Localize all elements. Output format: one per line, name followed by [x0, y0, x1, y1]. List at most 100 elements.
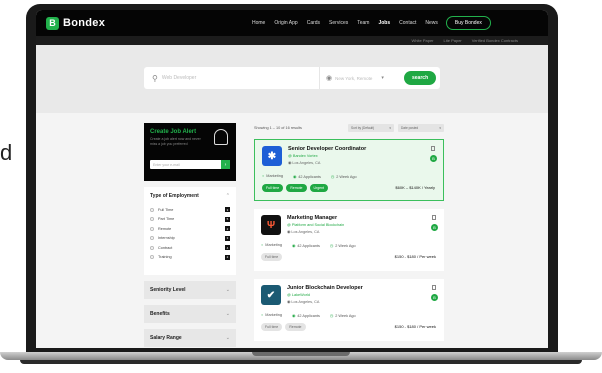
company-name[interactable]: @ Bandex Vortex — [288, 154, 366, 158]
location-placeholder: New York, Remote — [335, 75, 373, 81]
filter-salary-range[interactable]: Salary Range ⌄ — [144, 329, 236, 347]
alert-description: Create a job alert now and never miss a … — [150, 137, 201, 146]
radio-button[interactable] — [150, 207, 154, 212]
date-posted-select[interactable]: Date posted ▾ — [398, 124, 444, 132]
employment-option[interactable]: Remote 2 — [150, 224, 230, 234]
menu-item-cards[interactable]: Cards — [307, 20, 320, 26]
tag-remote[interactable]: Remote — [286, 184, 307, 192]
applicants-text: 42 Applicants — [297, 314, 320, 318]
tag-urgent[interactable]: Urgent — [309, 184, 329, 192]
option-count: 3 — [225, 235, 230, 241]
bondex-badge-icon: B — [430, 155, 437, 162]
filter-label: Benefits — [150, 311, 170, 317]
brand[interactable]: B Bondex — [46, 16, 186, 30]
job-meta: ○ Marketing ◉ 42 Applicants ◷ 2 Week Ago — [261, 243, 356, 248]
bookmark-icon[interactable] — [431, 146, 435, 151]
employment-option[interactable]: Internship 3 — [150, 234, 230, 244]
bell-icon — [214, 129, 228, 145]
search-button[interactable]: search — [404, 71, 437, 85]
job-card[interactable]: ✱ Senior Developer Coordinator @ Bandex … — [254, 139, 444, 201]
job-tags: Full time — [261, 253, 283, 261]
employment-header[interactable]: Type of Employment ⌃ — [150, 193, 230, 199]
laptop-screen: B Bondex Home Origin App Cards Services … — [36, 10, 548, 348]
clock-icon: ◷ — [329, 244, 334, 248]
chevron-down-icon: ▾ — [381, 75, 384, 81]
radio-button[interactable] — [150, 245, 154, 250]
location-field[interactable]: ◉ New York, Remote ▾ — [320, 74, 400, 82]
job-search-bar: ⚲ Web Developer ◉ New York, Remote ▾ sea… — [144, 67, 440, 89]
company-logo-icon: ✱ — [262, 146, 282, 166]
company-name[interactable]: @ Platform and Social Blockchain — [287, 223, 344, 227]
submit-alert-button[interactable]: › — [221, 160, 230, 169]
sub-link-lite-paper[interactable]: Lite Paper — [444, 38, 462, 43]
chevron-down-icon: ⌄ — [225, 287, 230, 293]
tag-remote[interactable]: Remote — [285, 323, 306, 331]
bookmark-icon[interactable] — [432, 285, 436, 290]
radio-button[interactable] — [150, 217, 154, 222]
job-location: ◉ Los Angeles, CA — [287, 229, 320, 234]
job-card[interactable]: Ψ Marketing Manager @ Platform and Socia… — [254, 209, 444, 271]
keyword-placeholder: Web Developer — [161, 75, 197, 81]
sort-select[interactable]: Sort by (Default) ▾ — [348, 124, 394, 132]
employment-option[interactable]: Contract 4 — [150, 243, 230, 253]
filter-label: Salary Range — [150, 335, 182, 341]
radio-button[interactable] — [150, 255, 154, 260]
chevron-up-icon: ⌃ — [225, 193, 230, 199]
tag-full-time[interactable]: Full time — [262, 184, 284, 192]
job-applicants: ◉ 42 Applicants — [293, 174, 321, 179]
job-posted: ◷ 2 Week Ago — [331, 174, 357, 179]
buy-bondex-button[interactable]: Buy Bondex — [445, 16, 491, 30]
bookmark-icon[interactable] — [432, 215, 436, 220]
location-text: Los Angeles, CA — [291, 229, 320, 234]
job-title[interactable]: Junior Blockchain Developer — [287, 285, 363, 291]
filter-benefits[interactable]: Benefits ⌄ — [144, 305, 236, 323]
sub-link-white-paper[interactable]: White Paper — [412, 38, 434, 43]
menu-item-contact[interactable]: Contact — [399, 20, 416, 26]
company-name[interactable]: @ LakeWorld — [287, 293, 363, 297]
employment-type-filter: Type of Employment ⌃ Full Time 3 Part Ti… — [144, 187, 236, 275]
job-meta: ○ Marketing ◉ 42 Applicants ◷ 2 Week Ago — [262, 174, 357, 179]
keyword-field[interactable]: ⚲ Web Developer — [144, 67, 320, 89]
sub-link-contracts[interactable]: Verified Bondex Contracts — [472, 38, 518, 43]
employment-option[interactable]: Part Time 5 — [150, 215, 230, 225]
brand-name: Bondex — [63, 17, 106, 29]
job-category: ○ Marketing — [261, 243, 282, 248]
tag-full-time[interactable]: Full time — [261, 253, 283, 261]
search-icon: ⚲ — [152, 73, 158, 83]
laptop-frame: B Bondex Home Origin App Cards Services … — [26, 4, 558, 358]
posted-text: 2 Week Ago — [335, 314, 356, 318]
menu-item-services[interactable]: Services — [329, 20, 348, 26]
job-salary: $150 - $180 / Per week — [394, 254, 436, 259]
employment-option[interactable]: Training 2 — [150, 253, 230, 263]
employment-option[interactable]: Full Time 3 — [150, 205, 230, 215]
menu-item-team[interactable]: Team — [357, 20, 369, 26]
menu-item-home[interactable]: Home — [252, 20, 265, 26]
radio-button[interactable] — [150, 236, 154, 241]
category-text: Marketing — [265, 243, 282, 247]
briefcase-icon: ○ — [261, 313, 264, 317]
brand-logo-icon: B — [46, 16, 59, 30]
job-card[interactable]: ✔ Junior Blockchain Developer @ LakeWorl… — [254, 279, 444, 341]
job-title[interactable]: Marketing Manager — [287, 215, 344, 221]
option-label: Internship — [158, 236, 175, 241]
option-label: Training — [158, 255, 172, 260]
radio-button[interactable] — [150, 226, 154, 231]
laptop-base — [0, 350, 602, 364]
menu-item-news[interactable]: News — [425, 20, 438, 26]
people-icon: ◉ — [291, 314, 296, 318]
option-count: 2 — [225, 254, 230, 260]
location-text: Los Angeles, CA — [291, 299, 320, 304]
bondex-badge-icon: B — [431, 294, 438, 301]
job-posted: ◷ 2 Week Ago — [330, 313, 356, 318]
category-text: Marketing — [265, 313, 282, 317]
filter-seniority-level[interactable]: Seniority Level ⌄ — [144, 281, 236, 299]
email-field[interactable]: Enter your e-mail › — [150, 160, 230, 169]
menu-item-origin-app[interactable]: Origin App — [274, 20, 297, 26]
applicants-text: 42 Applicants — [298, 175, 321, 179]
location-pin-icon: ◉ — [326, 75, 333, 82]
job-title[interactable]: Senior Developer Coordinator — [288, 146, 366, 152]
menu-item-jobs[interactable]: Jobs — [378, 20, 390, 26]
option-count: 3 — [225, 207, 230, 213]
chevron-down-icon: ⌄ — [225, 335, 230, 341]
tag-full-time[interactable]: Full time — [261, 323, 283, 331]
